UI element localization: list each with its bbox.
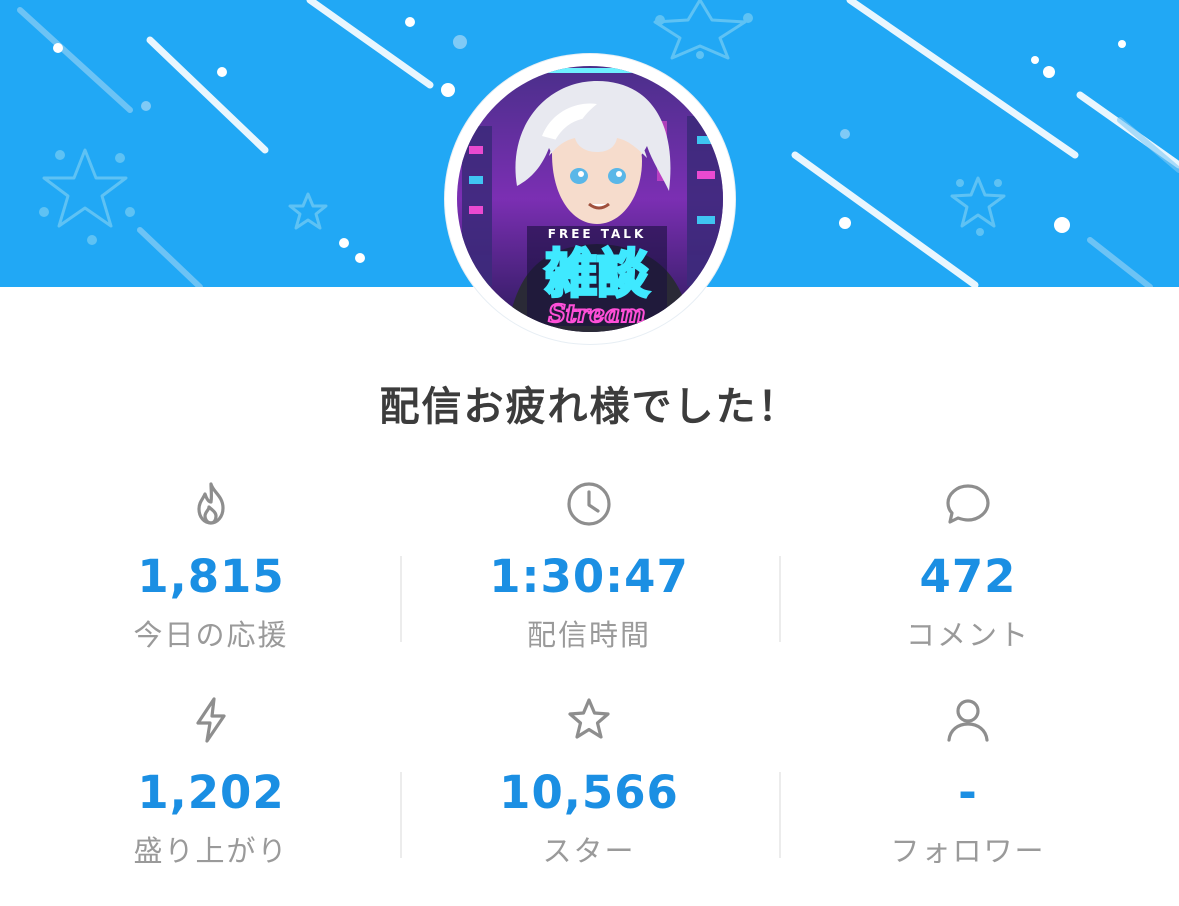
- star-icon: [563, 694, 615, 746]
- avatar: FREE TALK 雑談 Stream: [457, 66, 723, 332]
- divider: [779, 772, 781, 858]
- stat-label: 今日の応援: [133, 618, 289, 652]
- clock-icon: [563, 478, 615, 530]
- fire-icon: [185, 478, 237, 530]
- stat-followers: - フォロワー: [779, 682, 1157, 882]
- page-title: 配信お疲れ様でした！: [379, 384, 800, 430]
- stat-excitement: 1,202 盛り上がり: [22, 682, 400, 882]
- person-icon: [942, 694, 994, 746]
- stat-stream-time: 1:30:47 配信時間: [400, 466, 778, 666]
- stat-value: 1,815: [137, 550, 285, 603]
- svg-text:FREE TALK: FREE TALK: [548, 227, 647, 241]
- divider: [400, 556, 402, 642]
- divider: [779, 556, 781, 642]
- svg-text:雑談: 雑談: [544, 245, 649, 305]
- stat-value: 472: [919, 550, 1017, 603]
- stat-comments: 472 コメント: [779, 466, 1157, 666]
- stream-thumbnail-illustration: FREE TALK 雑談 Stream: [457, 66, 723, 332]
- avatar-frame: FREE TALK 雑談 Stream: [445, 54, 735, 344]
- stat-value: 1,202: [137, 766, 285, 819]
- stats-grid: 1,815 今日の応援 1:30:47 配信時間 472 コメント 1,202 …: [22, 466, 1157, 886]
- stat-label: 盛り上がり: [133, 834, 289, 868]
- stat-value: 1:30:47: [489, 550, 689, 603]
- svg-text:Stream: Stream: [548, 299, 645, 328]
- stat-stars: 10,566 スター: [400, 682, 778, 882]
- stat-support-today: 1,815 今日の応援: [22, 466, 400, 666]
- stat-value: 10,566: [499, 766, 679, 819]
- lightning-icon: [185, 694, 237, 746]
- comment-icon: [942, 478, 994, 530]
- divider: [400, 772, 402, 858]
- stat-value: -: [958, 766, 978, 819]
- stat-label: スター: [542, 834, 636, 868]
- stat-label: コメント: [905, 618, 1030, 652]
- stat-label: 配信時間: [526, 618, 651, 652]
- stat-label: フォロワー: [890, 834, 1046, 868]
